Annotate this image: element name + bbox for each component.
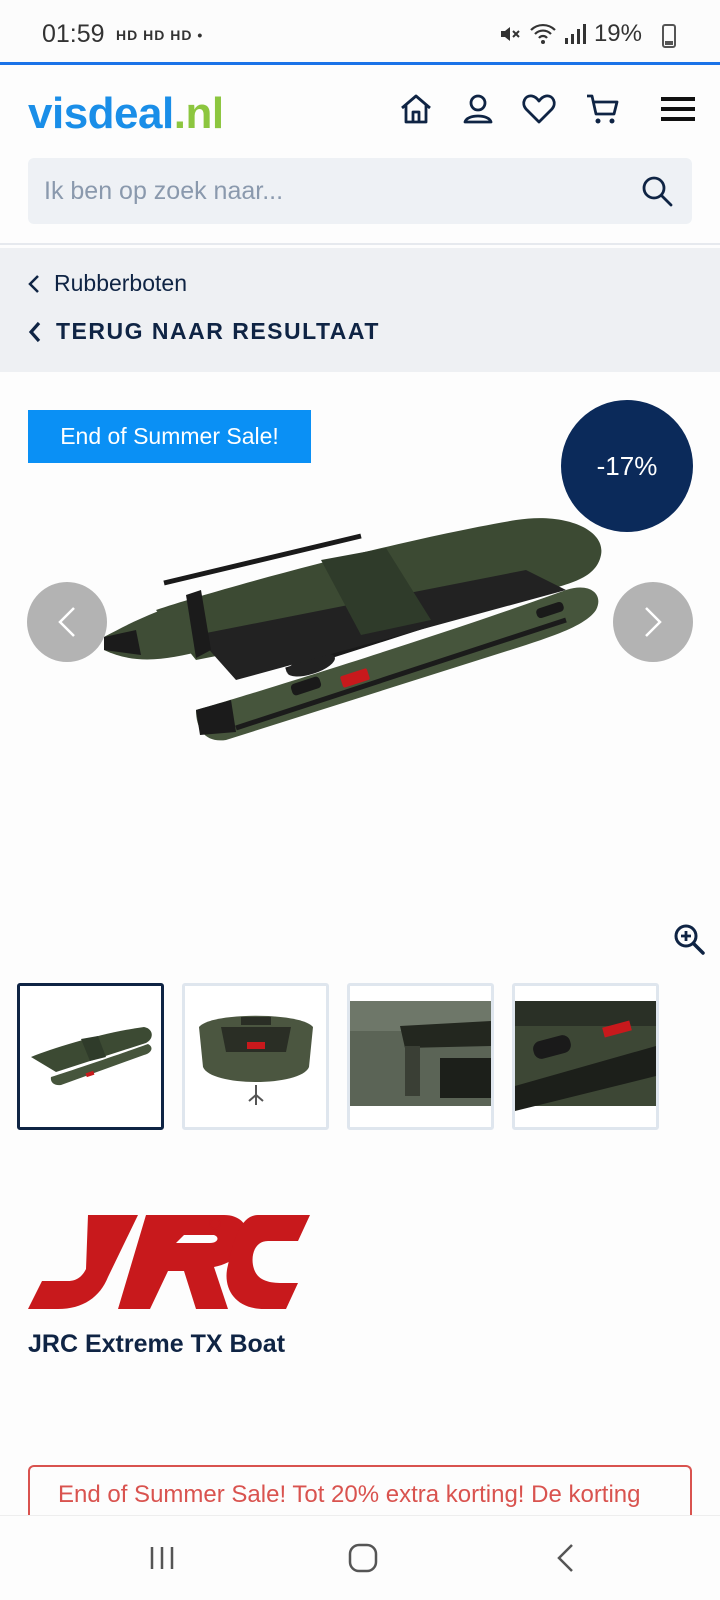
back-chevron-icon xyxy=(557,1544,573,1572)
chevron-left-icon xyxy=(28,321,41,342)
menu-icon[interactable] xyxy=(658,89,698,129)
chevron-left-icon xyxy=(58,607,75,637)
search-bar xyxy=(28,158,692,224)
system-navigation-bar xyxy=(0,1515,720,1600)
wifi-icon xyxy=(530,23,556,44)
chevron-right-icon xyxy=(645,607,662,637)
battery-icon xyxy=(662,24,676,48)
breadcrumb-category-link[interactable]: Rubberboten xyxy=(28,270,187,297)
home-icon[interactable] xyxy=(396,89,436,129)
logo-main: visdeal xyxy=(28,89,174,138)
logo-dot: . xyxy=(173,89,186,138)
status-bar: 01:59 HD HD HD • 19% xyxy=(0,0,720,64)
search-icon[interactable] xyxy=(640,174,674,208)
back-to-results-link[interactable]: TERUG NAAR RESULTAAT xyxy=(28,318,380,345)
heart-icon[interactable] xyxy=(519,89,559,129)
cart-icon[interactable] xyxy=(583,89,623,129)
status-right: 19% xyxy=(498,20,668,48)
site-logo[interactable]: visdeal.nl xyxy=(28,89,224,139)
back-button[interactable] xyxy=(546,1538,586,1578)
image-prev-button[interactable] xyxy=(27,582,107,662)
recent-apps-icon xyxy=(150,1547,174,1569)
image-next-button[interactable] xyxy=(613,582,693,662)
logo-tld: nl xyxy=(185,89,224,138)
battery-percent: 19% xyxy=(593,20,642,47)
thumbnail-strip xyxy=(17,983,659,1130)
recent-apps-button[interactable] xyxy=(142,1538,182,1578)
home-circle-icon xyxy=(348,1543,378,1573)
home-button[interactable] xyxy=(343,1538,383,1578)
thumbnail-boat-front[interactable] xyxy=(182,983,329,1130)
chevron-left-icon xyxy=(28,274,39,293)
account-icon[interactable] xyxy=(458,89,498,129)
status-indicators: HD HD HD • xyxy=(116,27,204,43)
product-title: JRC Extreme TX Boat xyxy=(28,1330,286,1358)
jrc-brand-logo[interactable] xyxy=(28,1215,310,1313)
back-to-results-label: TERUG NAAR RESULTAAT xyxy=(56,318,380,344)
thumbnail-boat-side[interactable] xyxy=(17,983,164,1130)
breadcrumb-category-label: Rubberboten xyxy=(54,270,187,296)
mute-icon xyxy=(500,27,520,41)
zoom-icon[interactable] xyxy=(672,922,706,956)
site-header: visdeal.nl xyxy=(0,65,720,245)
search-input[interactable] xyxy=(44,158,624,224)
thumbnail-boat-handle[interactable] xyxy=(512,983,659,1130)
product-image[interactable] xyxy=(96,500,626,760)
thumbnail-boat-seat[interactable] xyxy=(347,983,494,1130)
signal-icon xyxy=(564,24,586,44)
status-time: 01:59 xyxy=(42,20,105,48)
sale-badge: End of Summer Sale! xyxy=(28,410,311,463)
breadcrumb: Rubberboten TERUG NAAR RESULTAAT xyxy=(0,248,720,372)
